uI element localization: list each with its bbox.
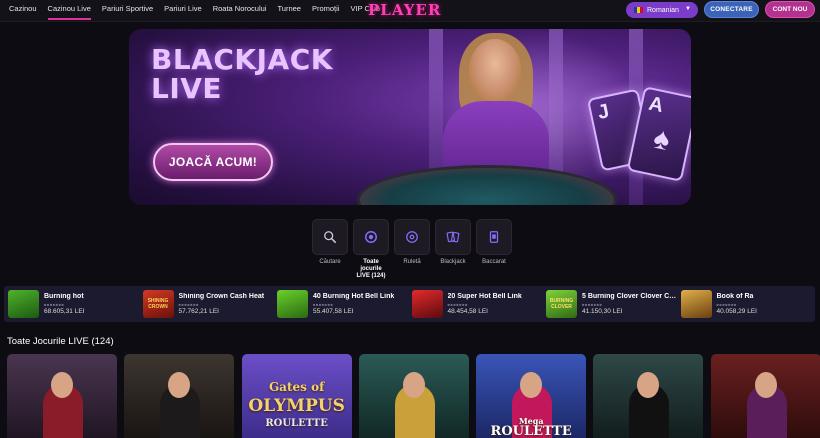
chip-icon <box>365 231 377 243</box>
jackpot-levels: ■■■■■■■ <box>313 302 334 307</box>
game-title-main: OLYMPUS <box>248 396 345 416</box>
jackpot-item[interactable]: BURNING CLOVER 5 Burning Clover Clover C… <box>542 286 677 322</box>
top-navigation: Cazinou Cazinou Live Pariuri Sportive Pa… <box>0 0 820 22</box>
nav-item-pariuri-live[interactable]: Pariuri Live <box>164 0 202 22</box>
dealer-face <box>469 39 521 101</box>
nav-item-roata-norocului[interactable]: Roata Norocului <box>213 0 267 22</box>
category-blackjack[interactable]: Blackjack <box>435 219 471 280</box>
roulette-icon <box>406 231 418 243</box>
jackpot-amount: 68.605,31 LEI <box>44 308 85 315</box>
category-tile[interactable] <box>312 219 348 255</box>
login-button[interactable]: CONECTARE <box>704 1 759 18</box>
game-title-bottom: ROULETTE <box>265 418 328 429</box>
language-selector[interactable]: Romanian ▼ <box>626 2 698 18</box>
register-button[interactable]: CONT NOU <box>765 1 815 18</box>
card-rank: A <box>646 92 666 118</box>
jackpot-game-name: Burning hot <box>44 293 84 300</box>
game-card[interactable] <box>593 354 704 438</box>
jackpot-item[interactable]: 40 Burning Hot Bell Link ■■■■■■■ 55.407,58… <box>273 286 408 322</box>
jackpot-ticker: Burning hot ■■■■■■■ 68.605,31 LEI SHINING … <box>4 286 815 322</box>
jackpot-levels: ■■■■■■■ <box>44 302 65 307</box>
hero-title-line1: BLACKJACK <box>151 43 333 76</box>
jackpot-game-name: 20 Super Hot Bell Link <box>447 293 522 300</box>
hero-title: BLACKJACK LIVE <box>151 45 333 103</box>
category-label: Toate jocurile LIVE (124) <box>356 259 386 279</box>
category-all-live[interactable]: Toate jocurile LIVE (124) <box>353 219 389 280</box>
game-thumbnail[interactable] <box>411 290 443 318</box>
jackpot-amount: 57.762,21 LEI <box>178 308 219 315</box>
language-label: Romanian <box>647 6 679 14</box>
jackpot-amount: 40.058,29 LEI <box>716 308 757 315</box>
game-thumbnail[interactable]: SHINING CROWN <box>142 290 174 318</box>
jackpot-game-name: 40 Burning Hot Bell Link <box>313 293 395 300</box>
search-icon <box>324 231 337 244</box>
jackpot-item[interactable]: Burning hot ■■■■■■■ 68.605,31 LEI <box>4 286 139 322</box>
page: Cazinou Cazinou Live Pariuri Sportive Pa… <box>0 0 820 438</box>
card-icon <box>489 231 499 243</box>
hero-banner[interactable]: J A ♠ BLACKJACK LIVE JOACĂ ACUM! <box>129 29 691 205</box>
game-card[interactable]: Gates of OLYMPUS ROULETTE <box>241 354 352 438</box>
jackpot-amount: 48.454,58 LEI <box>447 308 488 315</box>
category-tile[interactable] <box>353 219 389 255</box>
game-card[interactable] <box>710 354 820 438</box>
category-tile[interactable] <box>476 219 512 255</box>
chevron-down-icon: ▼ <box>685 6 691 12</box>
brand-logo[interactable]: PLAYER <box>368 1 441 19</box>
category-label: Căutare <box>319 259 341 265</box>
game-title-main: ROULETTE <box>490 424 572 438</box>
hero-title-line2: LIVE <box>151 72 223 105</box>
nav-item-promotii[interactable]: Promoții <box>312 0 340 22</box>
jackpot-game-name: 5 Burning Clover Clover Ch... <box>582 293 677 300</box>
jackpot-item[interactable]: SHINING CROWN Shining Crown Cash Heat ■■■… <box>139 286 274 322</box>
section-title: Toate Jocurile LIVE (124) <box>7 336 114 347</box>
nav-item-pariuri-sportive[interactable]: Pariuri Sportive <box>102 0 153 22</box>
jackpot-levels: ■■■■■■■ <box>716 302 737 307</box>
dealer-face <box>754 372 777 398</box>
category-search[interactable]: Căutare <box>312 219 348 280</box>
game-thumbnail[interactable] <box>680 290 712 318</box>
jackpot-item[interactable]: 20 Super Hot Bell Link ■■■■■■■ 48.454,58 L… <box>408 286 543 322</box>
nav-item-cazinou[interactable]: Cazinou <box>9 0 37 22</box>
card-rank: J <box>595 100 612 124</box>
category-tile[interactable] <box>435 219 471 255</box>
jackpot-game-name: Shining Crown Cash Heat <box>178 293 265 300</box>
game-thumbnail[interactable]: BURNING CLOVER <box>546 290 577 318</box>
dealer-face <box>51 372 73 398</box>
game-card[interactable] <box>358 354 469 438</box>
spade-icon: ♠ <box>650 121 674 158</box>
cards-icon <box>446 231 460 243</box>
jackpot-levels: ■■■■■■■ <box>178 302 199 307</box>
category-baccarat[interactable]: Baccarat <box>476 219 512 280</box>
live-games-grid: Gates of OLYMPUS ROULETTE Mega ROULETTE <box>7 354 820 438</box>
game-card[interactable]: Mega ROULETTE <box>476 354 587 438</box>
game-card[interactable] <box>7 354 117 438</box>
jackpot-item[interactable]: Book of Ra ■■■■■■■ 40.058,29 LEI <box>677 286 812 322</box>
romania-flag-icon <box>634 7 643 13</box>
game-title-top: Gates of <box>268 380 325 394</box>
category-filter: Căutare Toate jocurile LIVE (124) Ruletă… <box>312 219 517 280</box>
category-tile[interactable] <box>394 219 430 255</box>
game-thumbnail[interactable] <box>8 290 39 318</box>
jackpot-game-name: Book of Ra <box>716 293 754 300</box>
jackpot-amount: 55.407,58 LEI <box>313 308 354 315</box>
category-label: Blackjack <box>440 259 466 265</box>
game-thumbnail[interactable] <box>277 290 308 318</box>
jackpot-levels: ■■■■■■■ <box>582 302 603 307</box>
main-nav: Cazinou Cazinou Live Pariuri Sportive Pa… <box>9 0 391 22</box>
jackpot-amount: 41.150,30 LEI <box>582 308 623 315</box>
category-label: Baccarat <box>482 259 506 265</box>
nav-item-turnee[interactable]: Turnee <box>277 0 301 22</box>
dealer-face <box>402 372 425 398</box>
nav-item-cazinou-live[interactable]: Cazinou Live <box>47 0 92 22</box>
category-roulette[interactable]: Ruletă <box>394 219 430 280</box>
play-now-button[interactable]: JOACĂ ACUM! <box>153 143 273 181</box>
game-card[interactable] <box>124 354 235 438</box>
category-label: Ruletă <box>403 259 421 265</box>
jackpot-levels: ■■■■■■■ <box>447 302 468 307</box>
